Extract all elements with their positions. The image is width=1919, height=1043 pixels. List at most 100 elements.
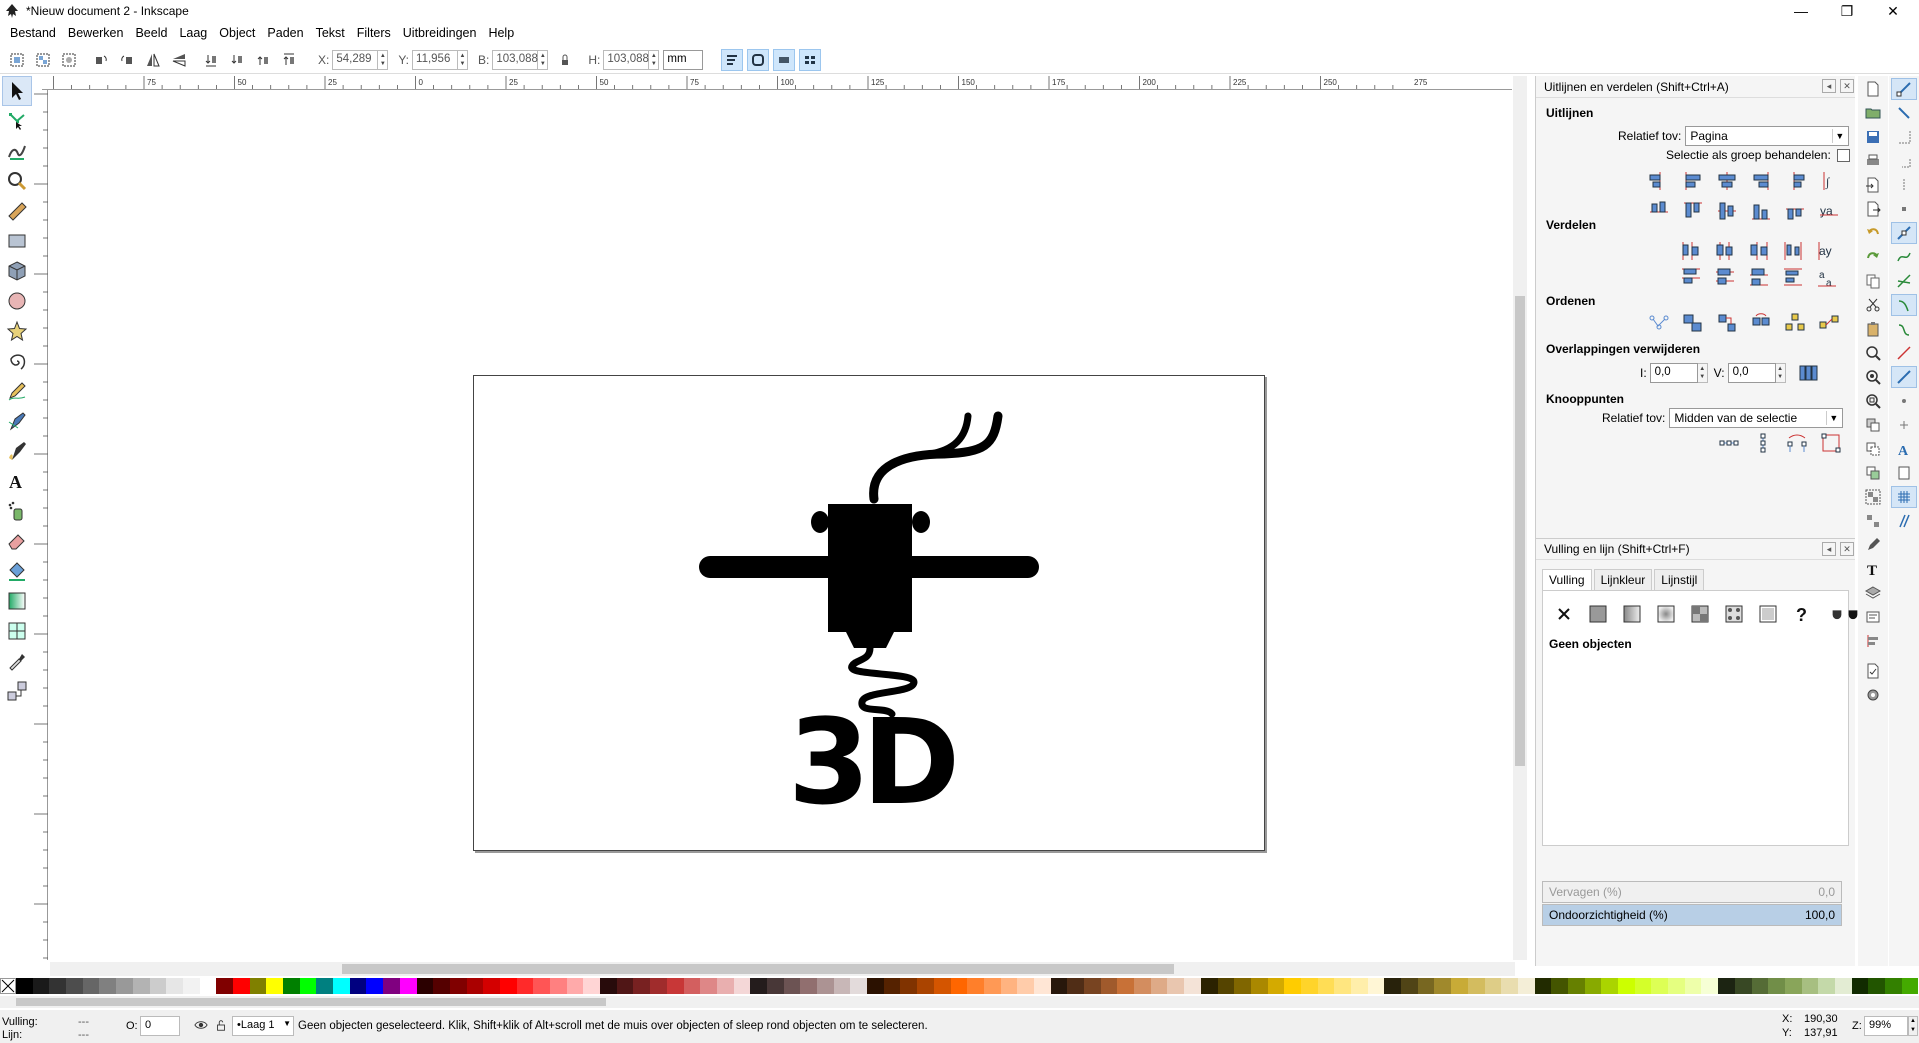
color-swatch[interactable] [283, 978, 300, 994]
color-swatch[interactable] [266, 978, 283, 994]
lower-to-bottom-button[interactable] [200, 49, 222, 71]
color-swatch[interactable] [399, 978, 417, 994]
dock-panel-iconify-button[interactable]: ◂ [1822, 79, 1836, 93]
zoom-tool[interactable] [2, 166, 32, 196]
blur-slider[interactable]: Vervagen (%) 0,0 [1542, 881, 1842, 903]
y-spinner[interactable]: ▲ ▼ [458, 49, 469, 70]
rotate-ccw-button[interactable] [90, 49, 112, 71]
snap-line-midpoints-toggle[interactable] [1891, 342, 1917, 364]
rectangle-tool[interactable] [2, 226, 32, 256]
radial-gradient-button[interactable] [1653, 601, 1679, 627]
color-swatch[interactable] [132, 978, 150, 994]
color-swatch[interactable] [1901, 978, 1919, 994]
horizontal-scroll-thumb[interactable] [342, 964, 1174, 974]
palette-scrollbar[interactable] [0, 996, 1919, 1008]
color-swatch[interactable] [1134, 978, 1151, 994]
zoom-input[interactable]: 99% [1864, 1016, 1908, 1036]
align-right-to-left-button[interactable] [1646, 168, 1672, 194]
snap-bbox-corner-toggle[interactable] [1891, 150, 1917, 172]
unclump-button[interactable] [1816, 310, 1842, 336]
color-swatch[interactable] [316, 978, 334, 994]
lower-button[interactable] [226, 49, 248, 71]
align-text-baseline-button[interactable]: ya [1816, 198, 1842, 224]
color-swatch[interactable] [1651, 978, 1669, 994]
zoom-selection-button[interactable] [1860, 342, 1886, 364]
color-swatch[interactable] [1017, 978, 1034, 994]
color-swatch[interactable] [1000, 978, 1018, 994]
palette-scroll-thumb[interactable] [16, 998, 606, 1006]
color-swatch[interactable] [1334, 978, 1351, 994]
menu-object[interactable]: Object [213, 26, 261, 40]
vertical-gap-spinner[interactable]: ▲ ▼ [1775, 363, 1786, 383]
text-font-button[interactable]: T [1860, 558, 1886, 580]
menu-paden[interactable]: Paden [261, 26, 309, 40]
zoom-spinner[interactable]: ▲ ▼ [1908, 1016, 1918, 1036]
color-swatch[interactable] [1200, 978, 1218, 994]
color-swatch[interactable] [633, 978, 651, 994]
menu-uitbreidingen[interactable]: Uitbreidingen [397, 26, 483, 40]
color-swatch[interactable] [1100, 978, 1118, 994]
scale-stroke-toggle[interactable] [721, 48, 744, 71]
node-tool[interactable] [2, 106, 32, 136]
color-swatch[interactable] [1184, 978, 1201, 994]
color-swatch[interactable] [1634, 978, 1652, 994]
raise-button[interactable] [252, 49, 274, 71]
color-swatch[interactable] [1167, 978, 1185, 994]
eraser-tool[interactable] [2, 526, 32, 556]
color-swatch[interactable] [616, 978, 634, 994]
horizontal-gap-input[interactable]: 0,0 [1649, 363, 1698, 383]
export-button[interactable] [1860, 198, 1886, 220]
distribute-gaps-v-button[interactable] [1780, 264, 1806, 290]
fill-rule-evenodd-button[interactable] [1829, 601, 1845, 627]
color-swatch[interactable] [82, 978, 100, 994]
color-swatch[interactable] [967, 978, 984, 994]
align-distribute-button[interactable] [1860, 630, 1886, 652]
paint-bucket-tool[interactable] [2, 556, 32, 586]
tab-fill[interactable]: Vulling [1542, 569, 1592, 590]
new-document-button[interactable] [1860, 78, 1886, 100]
snap-guide-toggle[interactable] [1891, 510, 1917, 532]
color-swatch[interactable] [1801, 978, 1819, 994]
snap-bbox-edge-toggle[interactable] [1891, 126, 1917, 148]
transform-gradients-toggle[interactable] [773, 48, 796, 71]
color-swatch[interactable] [1050, 978, 1068, 994]
color-swatch[interactable] [1084, 978, 1101, 994]
color-swatch[interactable] [850, 978, 868, 994]
swatch-button[interactable] [1755, 601, 1781, 627]
color-swatch[interactable] [1834, 978, 1852, 994]
color-swatch[interactable] [149, 978, 167, 994]
remove-overlaps-button[interactable] [1796, 360, 1822, 386]
paste-button[interactable] [1860, 318, 1886, 340]
color-swatch[interactable] [216, 978, 233, 994]
color-swatch[interactable] [32, 978, 50, 994]
color-swatch[interactable] [66, 978, 83, 994]
align-panel-header[interactable]: Uitlijnen en verdelen (Shift+Ctrl+A) ◂ ✕ [1536, 76, 1855, 98]
color-swatch[interactable] [1217, 978, 1235, 994]
duplicate-button[interactable] [1860, 414, 1886, 436]
flip-vertical-button[interactable] [168, 49, 190, 71]
clone-button[interactable] [1860, 438, 1886, 460]
relative-to-select[interactable]: Pagina ▼ [1685, 126, 1850, 146]
color-swatch[interactable] [1618, 978, 1635, 994]
color-swatch[interactable] [1768, 978, 1785, 994]
align-bottom-to-top-button[interactable] [1646, 198, 1672, 224]
current-layer-select[interactable]: •Laag 1 ▼ [232, 1016, 294, 1036]
color-swatch[interactable] [1033, 978, 1051, 994]
exchange-selection-order-button[interactable] [1714, 310, 1740, 336]
color-swatch[interactable] [1567, 978, 1585, 994]
color-swatch[interactable] [1401, 978, 1418, 994]
color-swatch[interactable] [867, 978, 884, 994]
color-swatch[interactable] [600, 978, 617, 994]
treat-as-group-checkbox[interactable] [1836, 148, 1850, 162]
layer-lock-toggle[interactable] [214, 1018, 228, 1035]
color-swatch[interactable] [116, 978, 133, 994]
color-swatch[interactable] [182, 978, 200, 994]
color-swatch[interactable] [1150, 978, 1168, 994]
snap-rotation-center-toggle[interactable] [1891, 414, 1917, 436]
horizontal-scrollbar[interactable] [50, 962, 1515, 976]
menu-beeld[interactable]: Beeld [129, 26, 173, 40]
width-spinner[interactable]: ▲ ▼ [538, 49, 549, 70]
transform-patterns-toggle[interactable] [799, 48, 822, 71]
snap-grid-toggle[interactable] [1891, 486, 1917, 508]
color-swatch[interactable] [1317, 978, 1335, 994]
